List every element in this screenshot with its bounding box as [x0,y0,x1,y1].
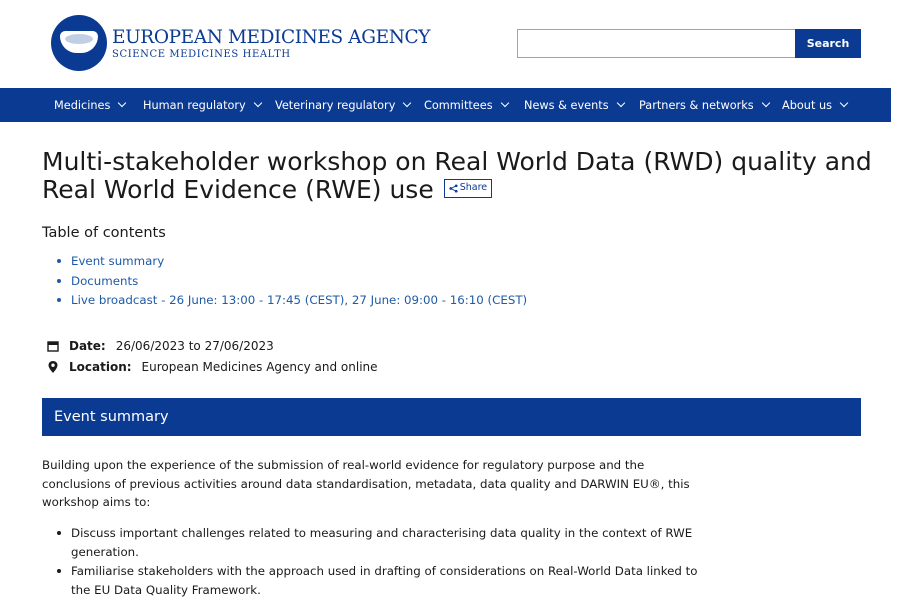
workshop-aims-list: Discuss important challenges related to … [56,524,706,599]
share-icon [449,183,458,193]
event-date-row: Date: 26/06/2023 to 27/06/2023 [46,337,274,355]
nav-item-news-events[interactable]: News & events [524,88,625,122]
nav-item-human-regulatory[interactable]: Human regulatory [143,88,262,122]
chevron-down-icon [403,98,412,108]
toc-heading: Table of contents [42,225,166,241]
nav-item-label: Partners & networks [639,98,754,112]
nav-item-label: News & events [524,98,609,112]
nav-item-label: Veterinary regulatory [275,98,396,112]
search-button[interactable]: Search [795,29,861,58]
nav-item-label: Human regulatory [143,98,246,112]
nav-item-label: About us [782,98,833,112]
list-item: Discuss important challenges related to … [56,524,706,562]
nav-item-label: Medicines [54,98,111,112]
site-header: EUROPEAN MEDICINES AGENCY SCIENCE MEDICI… [0,0,900,88]
nav-item-veterinary-regulatory[interactable]: Veterinary regulatory [275,88,412,122]
nav-item-medicines[interactable]: Medicines [54,88,127,122]
list-item: Familiarise stakeholders with the approa… [56,562,706,599]
nav-item-committees[interactable]: Committees [424,88,509,122]
event-location-row: Location: European Medicines Agency and … [46,358,378,376]
chevron-down-icon [616,98,625,108]
toc-link-event-summary[interactable]: Event summary [56,253,527,273]
chevron-down-icon [500,98,509,108]
main-navigation: Medicines Human regulatory Veterinary re… [0,88,891,122]
nav-item-label: Committees [424,98,493,112]
ema-logo-icon[interactable] [51,15,107,71]
brand-name[interactable]: EUROPEAN MEDICINES AGENCY [112,27,430,48]
nav-item-about-us[interactable]: About us [782,88,849,122]
event-summary-heading: Event summary [42,398,861,436]
brand-tagline: SCIENCE MEDICINES HEALTH [112,49,291,60]
chevron-down-icon [253,98,262,108]
share-button[interactable]: Share [443,178,493,198]
calendar-icon [46,339,60,353]
page-title: Multi-stakeholder workshop on Real World… [42,148,872,204]
location-pin-icon [46,360,60,374]
location-value: European Medicines Agency and online [141,360,378,374]
search-input[interactable] [517,29,796,58]
nav-item-partners-networks[interactable]: Partners & networks [639,88,770,122]
event-summary-intro: Building upon the experience of the subm… [42,458,690,509]
chevron-down-icon [761,98,770,108]
logo-bowl-inner [65,34,93,44]
date-label: Date: [69,339,106,353]
chevron-down-icon [839,98,849,108]
toc-link-live-broadcast[interactable]: Live broadcast - 26 June: 13:00 - 17:45 … [56,292,527,312]
date-value: 26/06/2023 to 27/06/2023 [115,339,274,353]
location-label: Location: [69,360,132,374]
chevron-down-icon [118,98,127,108]
share-label: Share [459,182,488,193]
toc-link-documents[interactable]: Documents [56,273,527,293]
table-of-contents: Event summary Documents Live broadcast -… [56,253,527,312]
